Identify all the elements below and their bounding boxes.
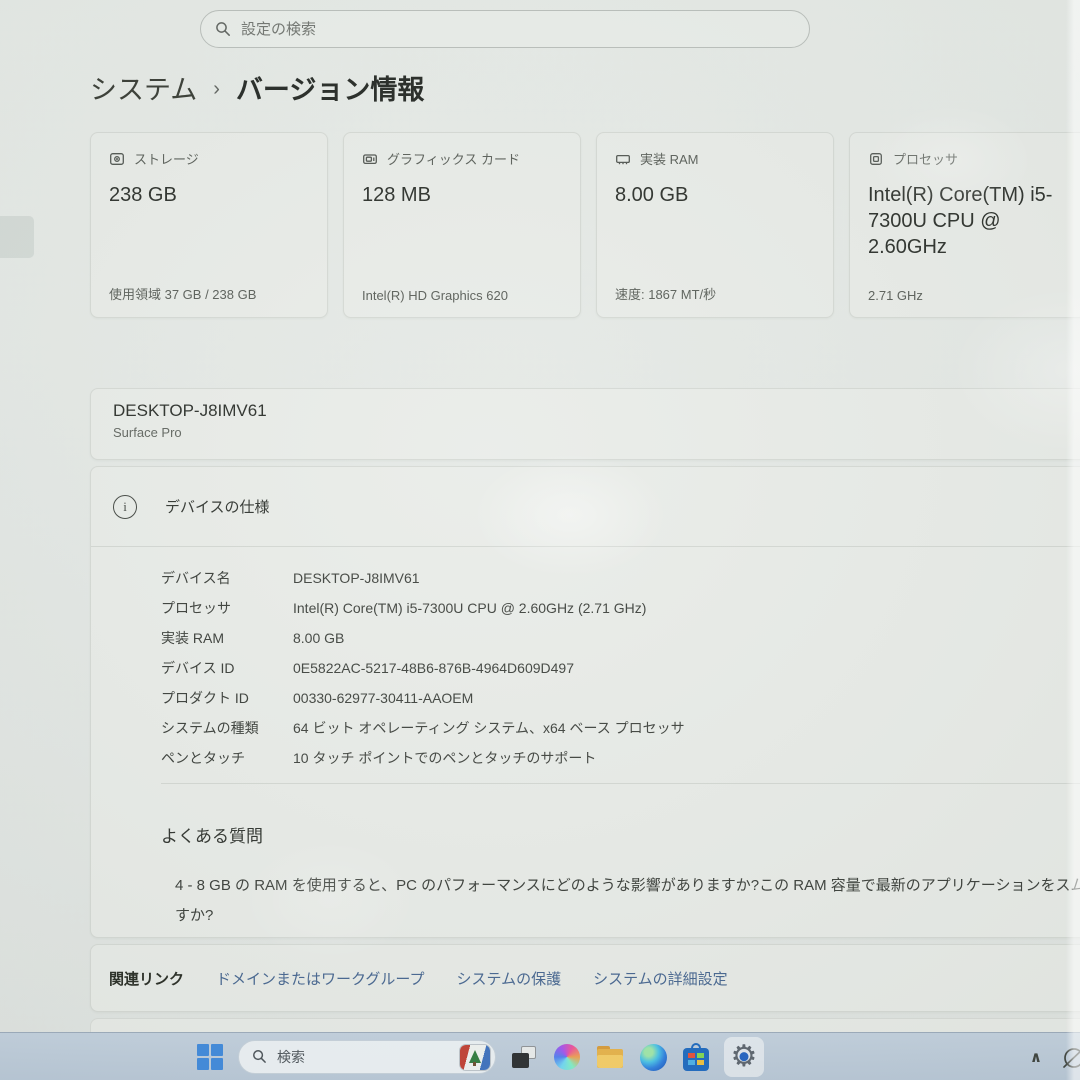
ram-icon [615, 151, 631, 167]
storage-card[interactable]: ストレージ 238 GB 使用領域 37 GB / 238 GB [90, 132, 328, 318]
spec-row-product-id: プロダクト ID 00330-62977-30411-AAOEM [161, 683, 1080, 713]
card-label: プロセッサ [893, 149, 958, 168]
card-caption: 2.71 GHz [868, 288, 923, 303]
windows-logo-icon [197, 1044, 223, 1070]
faq-section: よくある質問 4 - 8 GB の RAM を使用すると、PC のパフォーマンス… [91, 796, 1080, 931]
breadcrumb-separator-icon: › [213, 75, 220, 101]
spec-value: 8.00 GB [293, 630, 344, 646]
spec-row-ram: 実装 RAM 8.00 GB [161, 623, 1080, 653]
device-specs-table: デバイス名 DESKTOP-J8IMV61 プロセッサ Intel(R) Cor… [91, 547, 1080, 796]
taskbar-search-box[interactable]: 検索 [238, 1040, 496, 1074]
spec-label: 実装 RAM [161, 628, 293, 648]
spec-label: デバイス ID [161, 658, 293, 678]
spec-value: DESKTOP-J8IMV61 [293, 570, 420, 586]
taskbar-search-placeholder: 検索 [277, 1047, 451, 1067]
card-value: 238 GB [109, 182, 307, 208]
spec-label: プロセッサ [161, 598, 293, 618]
file-explorer-icon [597, 1046, 623, 1068]
card-value: 128 MB [362, 182, 560, 208]
storage-icon [109, 151, 125, 167]
summary-cards: ストレージ 238 GB 使用領域 37 GB / 238 GB グラフィックス… [90, 132, 1080, 318]
spec-row-device-id: デバイス ID 0E5822AC-5217-48B6-876B-4964D609… [161, 653, 1080, 683]
taskbar: 検索 ⚙ ∧ [0, 1032, 1080, 1080]
spec-value: 64 ビット オペレーティング システム、x64 ベース プロセッサ [293, 718, 685, 738]
spec-row-pen-touch: ペンとタッチ 10 タッチ ポイントでのペンとタッチのサポート [161, 743, 1080, 773]
file-explorer-button[interactable] [595, 1042, 625, 1072]
link-advanced-system-settings[interactable]: システムの詳細設定 [593, 968, 728, 989]
device-specs-header[interactable]: i デバイスの仕様 [91, 467, 1080, 547]
related-links-label: 関連リンク [109, 968, 184, 989]
card-label: 実装 RAM [640, 149, 699, 168]
page-title: バージョン情報 [236, 68, 424, 107]
card-label: ストレージ [134, 149, 199, 168]
system-tray: ∧ [1030, 1033, 1080, 1080]
faq-question-line2: すか? [175, 901, 1080, 931]
start-button[interactable] [195, 1042, 225, 1072]
settings-search-bar[interactable] [200, 10, 810, 48]
faq-question-line1: 4 - 8 GB の RAM を使用すると、PC のパフォーマンスにどのような影… [175, 871, 1080, 901]
breadcrumb: システム › バージョン情報 [90, 68, 424, 107]
faq-question: 4 - 8 GB の RAM を使用すると、PC のパフォーマンスにどのような影… [161, 871, 1080, 931]
info-icon: i [113, 495, 137, 519]
breadcrumb-system[interactable]: システム [90, 68, 197, 107]
spec-value: 10 タッチ ポイントでのペンとタッチのサポート [293, 748, 596, 768]
card-value: Intel(R) Core(TM) i5-7300U CPU @ 2.60GHz [868, 182, 1066, 260]
spec-label: プロダクト ID [161, 688, 293, 708]
card-value: 8.00 GB [615, 182, 813, 208]
spec-value: 00330-62977-30411-AAOEM [293, 690, 473, 706]
spec-row-device-name: デバイス名 DESKTOP-J8IMV61 [161, 563, 1080, 593]
task-view-icon [512, 1046, 536, 1068]
copilot-button[interactable] [552, 1042, 582, 1072]
card-label: グラフィックス カード [387, 149, 520, 168]
divider [161, 783, 1080, 784]
spec-value: 0E5822AC-5217-48B6-876B-4964D609D497 [293, 660, 574, 676]
settings-window: システム › バージョン情報 ストレージ 238 GB 使用領域 37 GB /… [0, 0, 1080, 1032]
spec-row-processor: プロセッサ Intel(R) Core(TM) i5-7300U CPU @ 2… [161, 593, 1080, 623]
search-highlight-seasonal-icon[interactable] [460, 1045, 490, 1070]
microsoft-store-icon [683, 1048, 709, 1071]
edge-icon [640, 1044, 667, 1071]
spec-label: システムの種類 [161, 718, 293, 738]
device-model: Surface Pro [113, 425, 1080, 440]
edge-button[interactable] [638, 1042, 668, 1072]
no-internet-icon[interactable] [1060, 1043, 1080, 1071]
gpu-icon [362, 151, 378, 167]
card-caption: 使用領域 37 GB / 238 GB [109, 284, 256, 303]
hidden-icons-chevron-up-icon[interactable]: ∧ [1030, 1048, 1042, 1066]
card-caption: 速度: 1867 MT/秒 [615, 284, 716, 303]
device-specs-card: i デバイスの仕様 デバイス名 DESKTOP-J8IMV61 プロセッサ In… [90, 466, 1080, 938]
task-view-button[interactable] [509, 1042, 539, 1072]
search-icon [215, 21, 231, 37]
device-name-card: DESKTOP-J8IMV61 Surface Pro [90, 388, 1080, 460]
copilot-icon [554, 1044, 580, 1070]
link-system-protection[interactable]: システムの保護 [457, 968, 562, 989]
link-domain-workgroup[interactable]: ドメインまたはワークグループ [216, 968, 425, 989]
graphics-card[interactable]: グラフィックス カード 128 MB Intel(R) HD Graphics … [343, 132, 581, 318]
microsoft-store-button[interactable] [681, 1042, 711, 1072]
cpu-icon [868, 151, 884, 167]
spec-label: ペンとタッチ [161, 748, 293, 768]
device-specs-title: デバイスの仕様 [165, 496, 270, 517]
settings-button-active[interactable]: ⚙ [724, 1037, 764, 1077]
spec-row-system-type: システムの種類 64 ビット オペレーティング システム、x64 ベース プロセ… [161, 713, 1080, 743]
processor-card[interactable]: プロセッサ Intel(R) Core(TM) i5-7300U CPU @ 2… [849, 132, 1080, 318]
faq-title: よくある質問 [161, 822, 1080, 847]
taskbar-center-group: 検索 ⚙ [195, 1033, 764, 1080]
related-links-card: 関連リンク ドメインまたはワークグループ システムの保護 システムの詳細設定 [90, 944, 1080, 1012]
settings-search-input[interactable] [241, 21, 795, 38]
search-icon [252, 1049, 268, 1065]
nav-pane-edge-highlight [0, 216, 34, 258]
gear-center-dot [740, 1052, 749, 1061]
ram-card[interactable]: 実装 RAM 8.00 GB 速度: 1867 MT/秒 [596, 132, 834, 318]
card-caption: Intel(R) HD Graphics 620 [362, 288, 508, 303]
spec-value: Intel(R) Core(TM) i5-7300U CPU @ 2.60GHz… [293, 600, 646, 616]
device-name: DESKTOP-J8IMV61 [113, 401, 1080, 421]
spec-label: デバイス名 [161, 568, 293, 588]
